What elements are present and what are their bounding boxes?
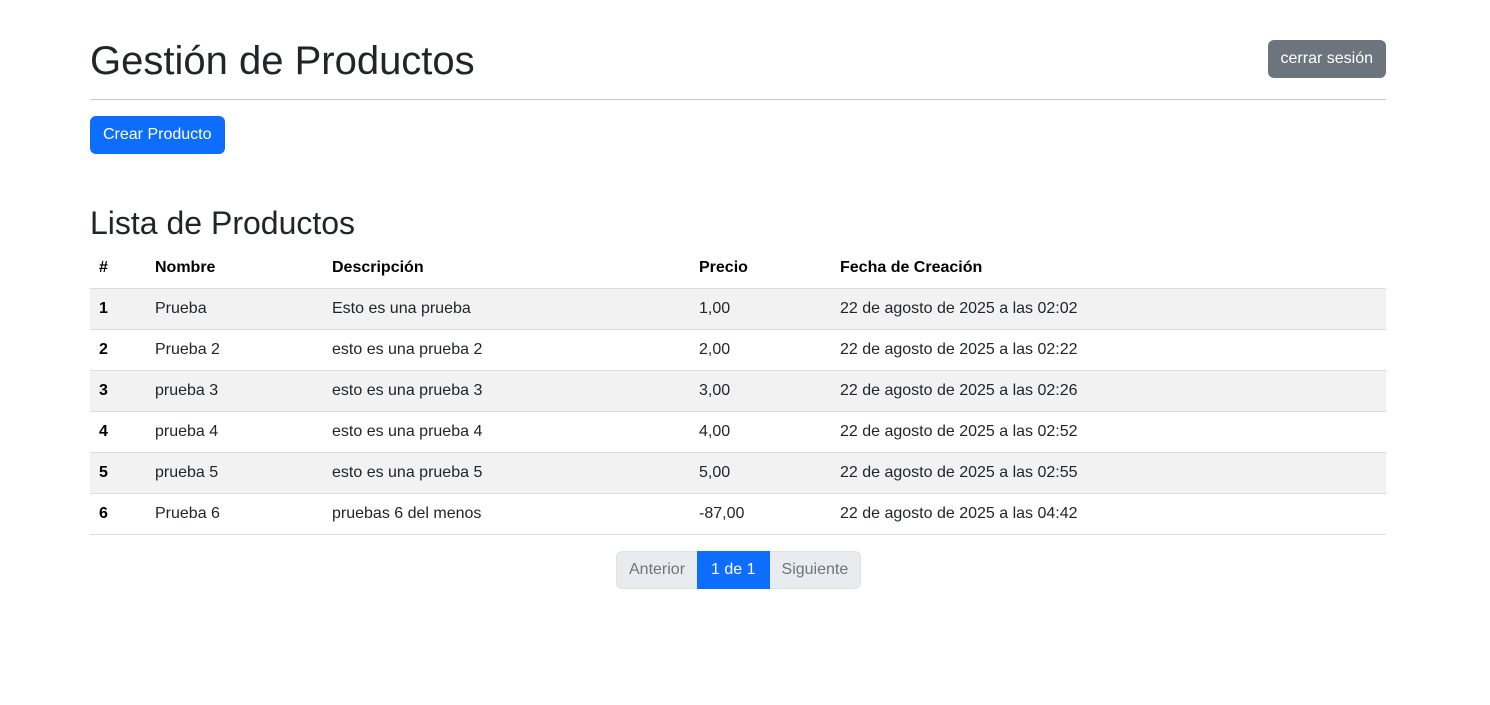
pagination-next-button[interactable]: Siguiente	[769, 551, 862, 589]
row-price: -87,00	[690, 493, 831, 535]
row-date: 22 de agosto de 2025 a las 02:22	[831, 329, 1386, 371]
create-product-button[interactable]: Crear Producto	[90, 116, 225, 154]
row-name: prueba 4	[146, 411, 323, 453]
row-name: Prueba 6	[146, 493, 323, 535]
table-row: 4 prueba 4 esto es una prueba 4 4,00 22 …	[90, 411, 1386, 453]
page-header: Gestión de Productos cerrar sesión	[90, 0, 1386, 100]
row-price: 3,00	[690, 370, 831, 412]
logout-button[interactable]: cerrar sesión	[1267, 40, 1386, 78]
row-price: 2,00	[690, 329, 831, 371]
row-description: Esto es una prueba	[323, 288, 690, 330]
row-number: 5	[90, 452, 146, 494]
row-price: 4,00	[690, 411, 831, 453]
column-header-number: #	[90, 248, 146, 289]
table-row: 6 Prueba 6 pruebas 6 del menos -87,00 22…	[90, 493, 1386, 535]
row-description: esto es una prueba 2	[323, 329, 690, 371]
row-price: 1,00	[690, 288, 831, 330]
row-description: esto es una prueba 5	[323, 452, 690, 494]
row-date: 22 de agosto de 2025 a las 02:55	[831, 452, 1386, 494]
product-list-title: Lista de Productos	[90, 205, 356, 241]
row-number: 6	[90, 493, 146, 535]
row-name: Prueba	[146, 288, 323, 330]
row-name: prueba 3	[146, 370, 323, 412]
products-table: # Nombre Descripción Precio Fecha de Cre…	[90, 248, 1386, 535]
row-number: 2	[90, 329, 146, 371]
row-description: esto es una prueba 4	[323, 411, 690, 453]
table-row: 3 prueba 3 esto es una prueba 3 3,00 22 …	[90, 370, 1386, 412]
row-name: Prueba 2	[146, 329, 323, 371]
page-container: Gestión de Productos cerrar sesión Crear…	[90, 0, 1386, 589]
row-date: 22 de agosto de 2025 a las 02:26	[831, 370, 1386, 412]
row-date: 22 de agosto de 2025 a las 02:02	[831, 288, 1386, 330]
row-number: 4	[90, 411, 146, 453]
pagination-previous-button[interactable]: Anterior	[616, 551, 698, 589]
pagination-current-page: 1 de 1	[697, 551, 770, 589]
column-header-price: Precio	[690, 248, 831, 289]
column-header-date: Fecha de Creación	[831, 248, 1386, 289]
row-name: prueba 5	[146, 452, 323, 494]
page-title: Gestión de Productos	[90, 39, 475, 83]
pagination: Anterior 1 de 1 Siguiente	[616, 551, 862, 589]
row-price: 5,00	[690, 452, 831, 494]
column-header-name: Nombre	[146, 248, 323, 289]
row-number: 3	[90, 370, 146, 412]
column-header-description: Descripción	[323, 248, 690, 289]
row-description: esto es una prueba 3	[323, 370, 690, 412]
table-row: 2 Prueba 2 esto es una prueba 2 2,00 22 …	[90, 329, 1386, 371]
row-description: pruebas 6 del menos	[323, 493, 690, 535]
row-date: 22 de agosto de 2025 a las 04:42	[831, 493, 1386, 535]
table-header-row: # Nombre Descripción Precio Fecha de Cre…	[90, 248, 1386, 289]
row-date: 22 de agosto de 2025 a las 02:52	[831, 411, 1386, 453]
table-row: 5 prueba 5 esto es una prueba 5 5,00 22 …	[90, 452, 1386, 494]
table-row: 1 Prueba Esto es una prueba 1,00 22 de a…	[90, 288, 1386, 330]
row-number: 1	[90, 288, 146, 330]
